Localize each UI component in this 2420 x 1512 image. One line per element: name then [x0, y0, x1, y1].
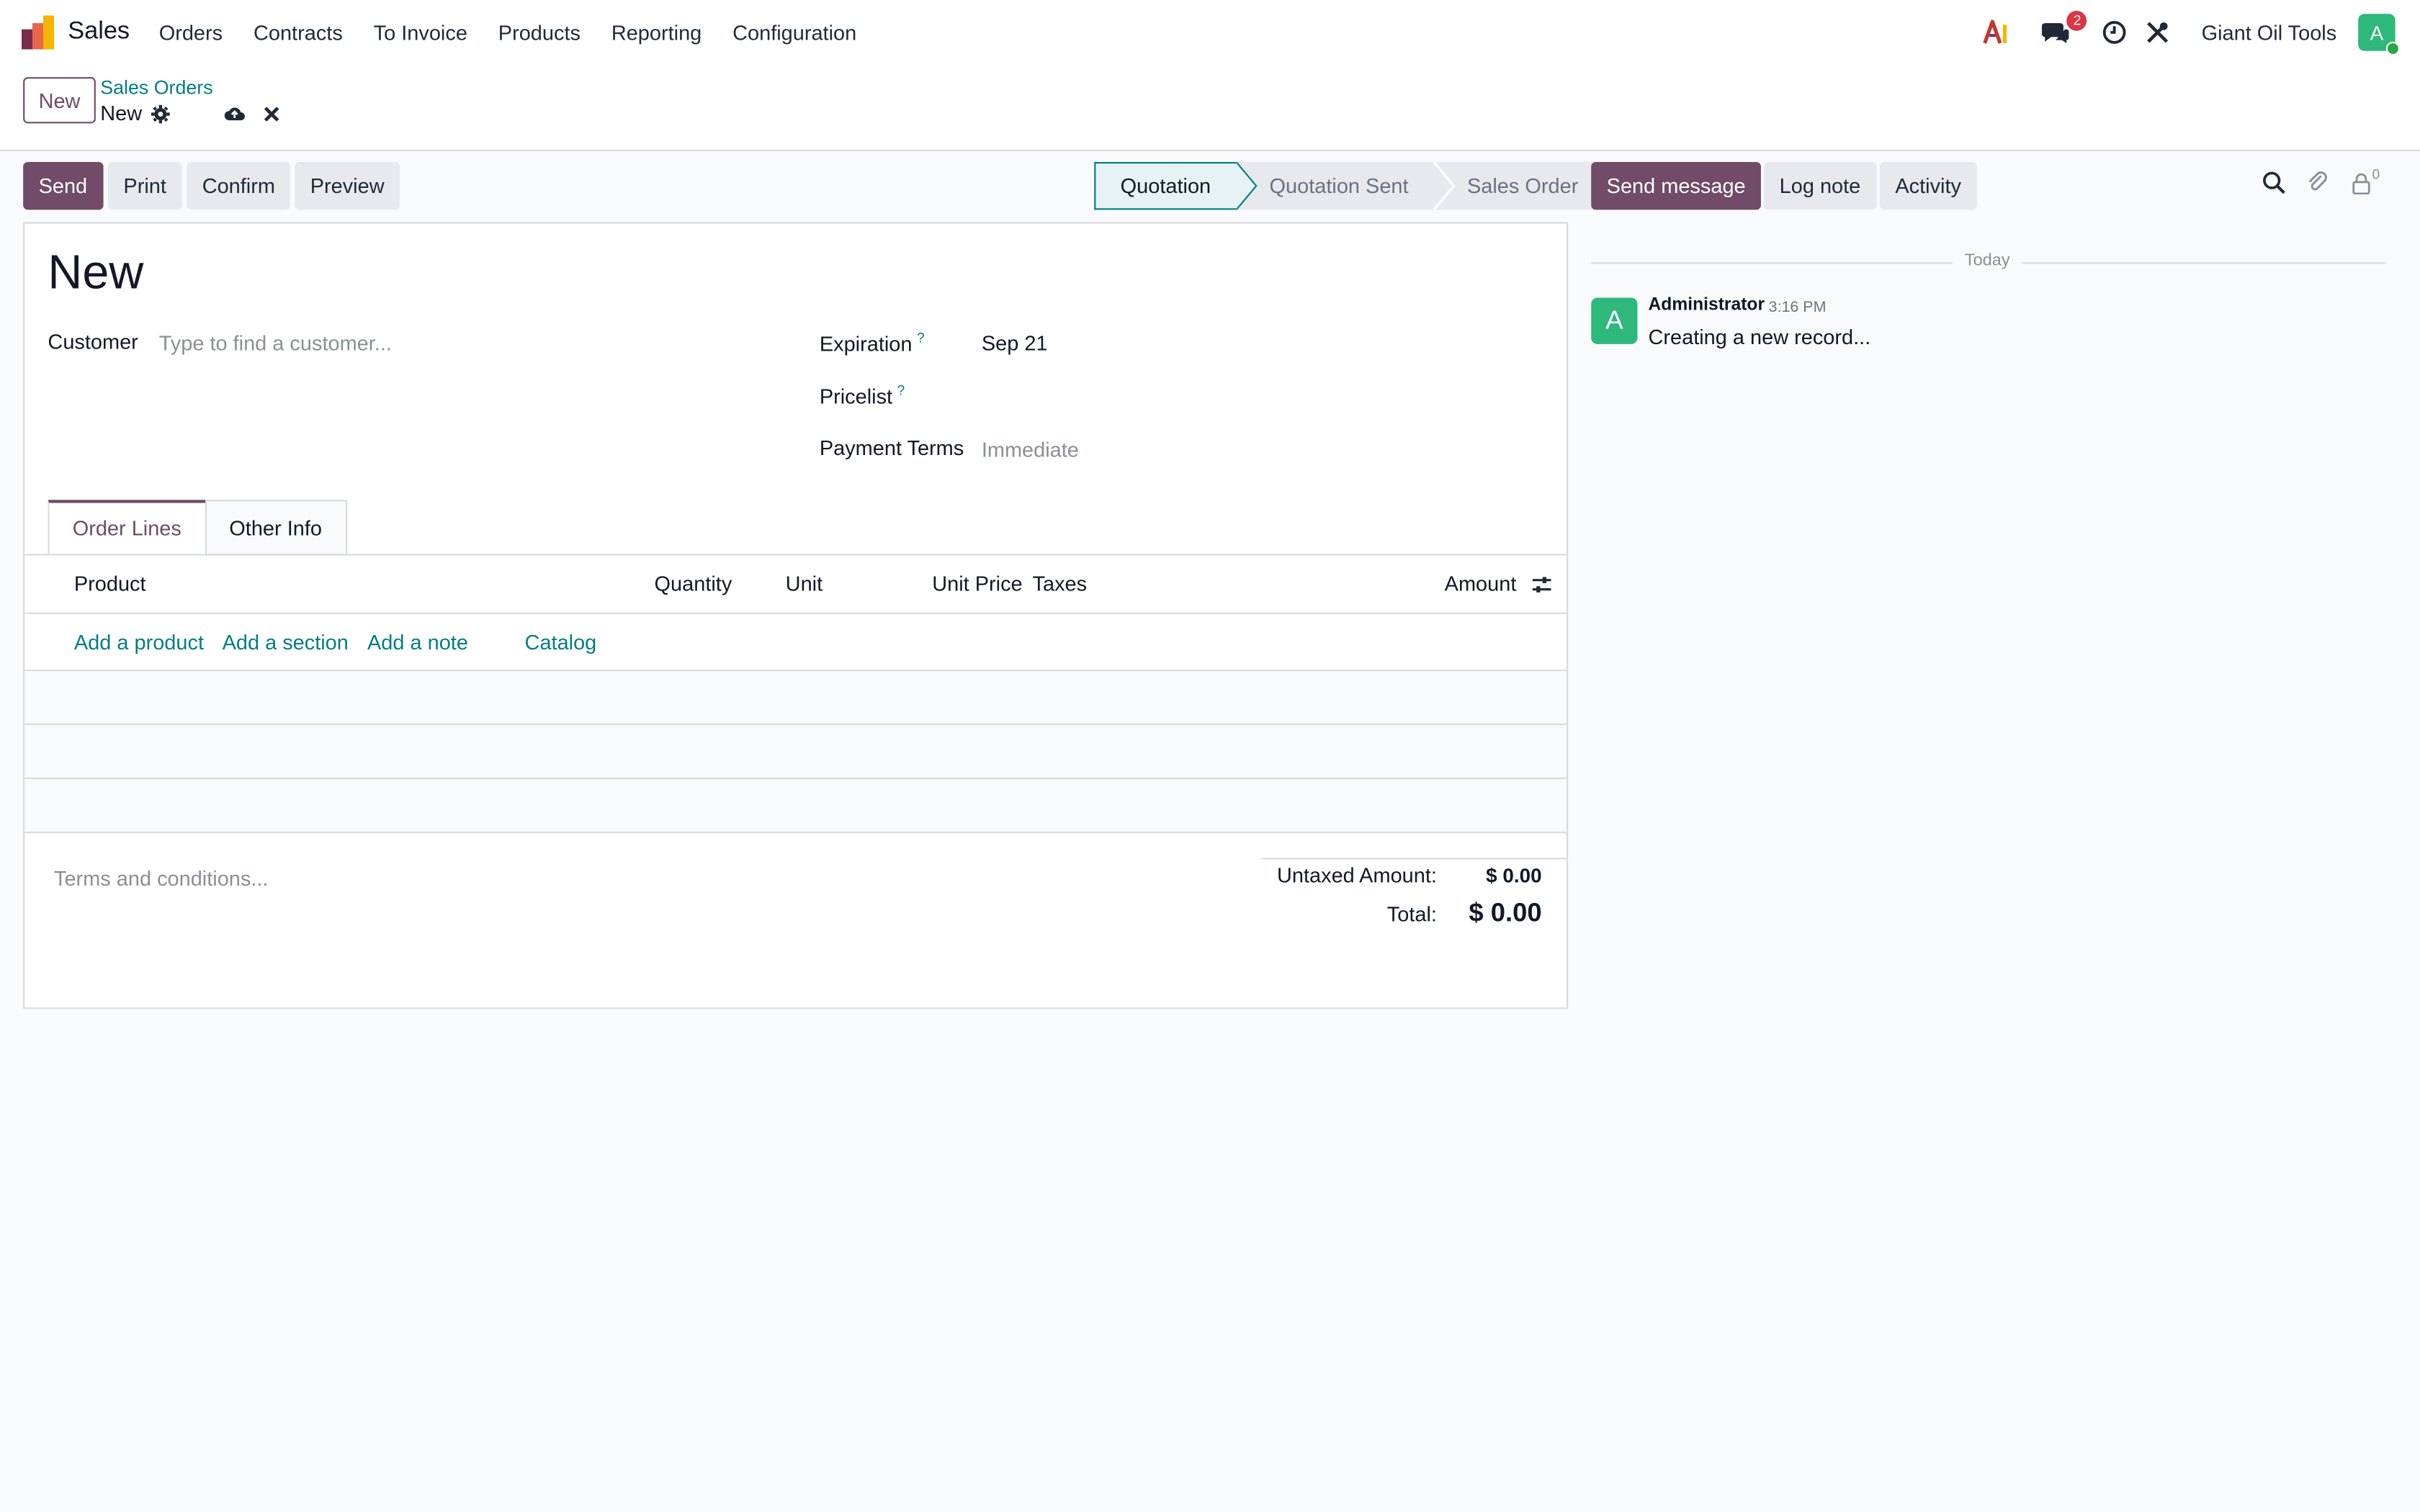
terms-conditions-input[interactable]: Terms and conditions... — [54, 867, 268, 890]
pricelist-field[interactable] — [982, 384, 1553, 409]
menu-contracts[interactable]: Contracts — [254, 22, 343, 45]
navbar-systray: 2 Giant Oil Tools A — [1973, 10, 2401, 56]
totals-divider — [1260, 858, 1569, 860]
tab-other-info[interactable]: Other Info — [205, 500, 347, 556]
chatter-tools: 0 — [2262, 166, 2380, 194]
column-amount[interactable]: Amount — [1445, 572, 1517, 595]
separator-line — [2022, 262, 2386, 264]
customer-input[interactable]: Type to find a customer... — [159, 332, 392, 355]
stage-arrow-icon — [1235, 161, 1257, 210]
breadcrumb-sales-orders[interactable]: Sales Orders — [100, 77, 212, 99]
send-message-button[interactable]: Send message — [1591, 161, 1762, 210]
form-tabs: Order Lines Other Info — [48, 500, 347, 556]
untaxed-amount-label: Untaxed Amount: — [1276, 863, 1437, 888]
menu-products[interactable]: Products — [498, 22, 581, 45]
app-name[interactable]: Sales — [68, 19, 130, 47]
expiration-help-icon[interactable]: ? — [917, 330, 925, 346]
discard-icon[interactable] — [261, 102, 282, 124]
column-unit-price[interactable]: Unit Price — [932, 572, 1022, 595]
stage-arrow-icon — [1433, 161, 1455, 210]
top-navbar: Sales Orders Contracts To Invoice Produc… — [0, 0, 2420, 67]
gear-icon[interactable] — [150, 102, 171, 124]
message-body: Creating a new record... — [1648, 325, 1871, 349]
message-avatar[interactable]: A — [1591, 297, 1638, 344]
followers-count: 0 — [2372, 166, 2380, 181]
expiration-field[interactable]: Sep 21 — [982, 332, 1048, 355]
column-unit[interactable]: Unit — [786, 572, 823, 595]
confirm-button[interactable]: Confirm — [187, 161, 291, 210]
log-note-button[interactable]: Log note — [1764, 161, 1876, 210]
user-avatar[interactable]: A — [2358, 14, 2401, 56]
column-product[interactable]: Product — [74, 572, 146, 595]
expiration-label: Expiration? — [820, 330, 925, 356]
online-status-dot — [2385, 41, 2401, 56]
cloud-upload-icon[interactable] — [224, 102, 246, 124]
control-panel: New Sales Orders New — [0, 66, 2420, 151]
stage-quotation[interactable]: Quotation — [1094, 161, 1236, 210]
add-note-link[interactable]: Add a note — [367, 631, 468, 654]
empty-row — [24, 671, 1567, 726]
separator-line — [1591, 262, 1953, 264]
preview-button[interactable]: Preview — [295, 161, 400, 210]
user-avatar-initial: A — [2370, 20, 2384, 45]
breadcrumb: New — [100, 102, 282, 125]
clock-icon[interactable] — [2097, 14, 2133, 50]
date-separator-label: Today — [1964, 251, 2010, 270]
paperclip-icon[interactable] — [2307, 171, 2329, 194]
stage-sales-order[interactable]: Sales Order — [1433, 161, 1603, 210]
messages-icon[interactable]: 2 — [2038, 10, 2088, 50]
payment-terms-input[interactable]: Immediate — [982, 438, 1079, 462]
column-quantity[interactable]: Quantity — [655, 572, 732, 595]
stage-quotation-label: Quotation — [1120, 174, 1211, 198]
sales-app-icon[interactable] — [21, 15, 55, 50]
optional-columns-icon[interactable] — [1531, 574, 1553, 600]
message-time: 3:16 PM — [1768, 299, 1827, 317]
message-author[interactable]: Administrator — [1649, 296, 1765, 315]
new-record-button[interactable]: New — [23, 77, 96, 124]
activity-button[interactable]: Activity — [1879, 161, 1977, 210]
stage-quotation-sent[interactable]: Quotation Sent — [1235, 161, 1433, 210]
pricelist-help-icon[interactable]: ? — [897, 382, 905, 397]
menu-configuration[interactable]: Configuration — [732, 22, 856, 45]
tools-icon[interactable] — [2140, 14, 2177, 50]
pricelist-label: Pricelist? — [820, 382, 905, 408]
company-switcher[interactable]: Giant Oil Tools — [2202, 21, 2337, 44]
print-button[interactable]: Print — [107, 161, 182, 210]
main-menu: Orders Contracts To Invoice Products Rep… — [159, 22, 887, 45]
stage-quotation-sent-label: Quotation Sent — [1269, 174, 1409, 198]
status-bar: Quotation Quotation Sent Sales Order — [1094, 161, 1603, 210]
messages-badge: 2 — [2067, 10, 2088, 31]
add-section-link[interactable]: Add a section — [223, 631, 349, 654]
total-label: Total: — [1386, 902, 1437, 926]
payment-terms-label: Payment Terms — [819, 436, 964, 460]
record-title[interactable]: New — [48, 246, 143, 301]
catalog-link[interactable]: Catalog — [525, 631, 597, 654]
menu-to-invoice[interactable]: To Invoice — [374, 22, 467, 45]
ai-icon[interactable] — [1979, 14, 2016, 50]
stage-sales-order-label: Sales Order — [1466, 174, 1579, 198]
date-separator: Today — [1591, 251, 2386, 273]
send-button[interactable]: Send — [23, 161, 103, 210]
column-taxes[interactable]: Taxes — [1033, 572, 1088, 595]
followers-icon[interactable]: 0 — [2352, 166, 2380, 194]
search-icon[interactable] — [2262, 171, 2285, 194]
empty-row — [24, 779, 1567, 834]
untaxed-amount-value: $ 0.00 — [1486, 863, 1542, 888]
expiration-label-text: Expiration — [819, 332, 913, 356]
total-value: $ 0.00 — [1469, 898, 1542, 927]
add-product-link[interactable]: Add a product — [74, 631, 204, 654]
empty-row — [24, 725, 1567, 780]
customer-label: Customer — [48, 330, 138, 354]
menu-orders[interactable]: Orders — [159, 22, 223, 45]
tab-order-lines[interactable]: Order Lines — [48, 500, 207, 556]
order-lines-header: Product Quantity Unit Unit Price Taxes A… — [24, 555, 1567, 614]
pricelist-label-text: Pricelist — [819, 384, 893, 408]
breadcrumb-current: New — [100, 102, 143, 125]
add-line-row: Add a product Add a section Add a note C… — [24, 614, 1567, 672]
menu-reporting[interactable]: Reporting — [611, 22, 702, 45]
form-sheet: New Customer Type to find a customer... … — [23, 222, 1569, 1009]
